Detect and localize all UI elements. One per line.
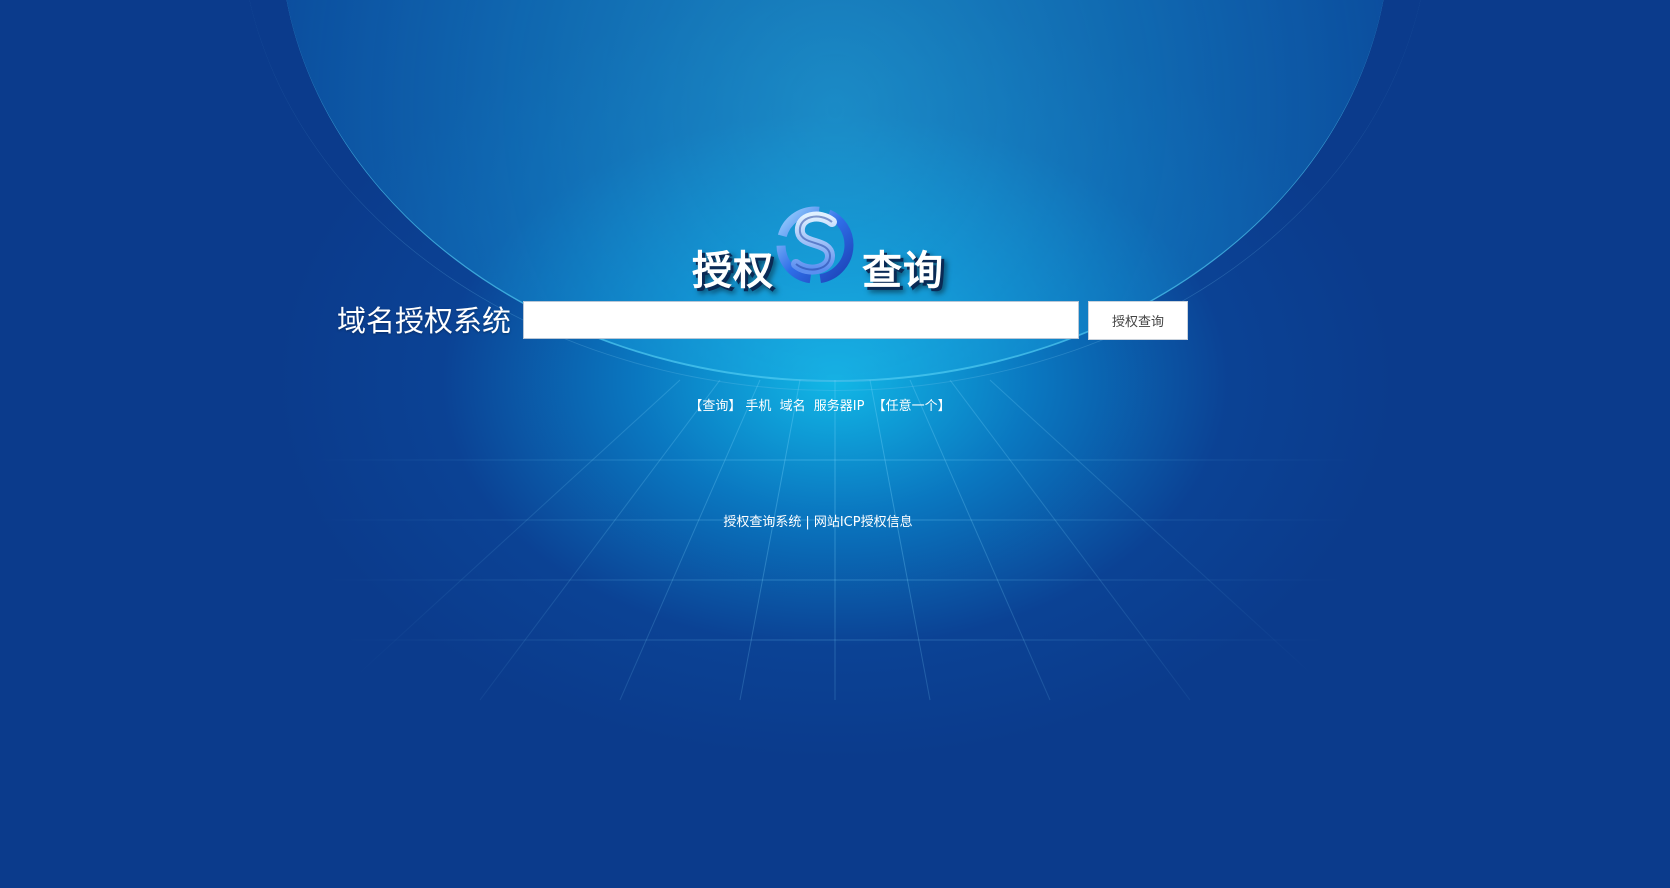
footer-link-auth-system[interactable]: 授权查询系统 (723, 515, 801, 530)
hint-any-one-tag: 【任意一个】 (872, 399, 951, 414)
search-hint: 【查询】 手机 域名 服务器IP 【任意一个】 (0, 395, 1640, 414)
footer-separator: | (805, 515, 810, 530)
page-background (0, 0, 1670, 888)
search-bar: 域名授权系统 授权查询 (337, 300, 1188, 342)
site-logo: 授权 查询 (680, 200, 950, 294)
footer-link-icp-info[interactable]: 网站ICP授权信息 (814, 515, 913, 530)
background-grid (230, 379, 1440, 701)
logo-text-right: 查询 (862, 248, 944, 294)
search-label: 域名授权系统 (337, 304, 512, 338)
logo-text-left: 授权 (692, 248, 774, 294)
footer: 授权查询系统 | 网站ICP授权信息 (0, 511, 1636, 530)
auth-query-button[interactable]: 授权查询 (1088, 301, 1188, 340)
domain-search-input[interactable] (523, 301, 1079, 339)
hint-query-tag: 【查询】 (689, 399, 742, 414)
hint-domain: 域名 (779, 399, 806, 414)
hint-server-ip: 服务器IP (813, 399, 865, 414)
s-swirl-logo-icon (776, 206, 854, 284)
hint-phone: 手机 (745, 399, 772, 414)
